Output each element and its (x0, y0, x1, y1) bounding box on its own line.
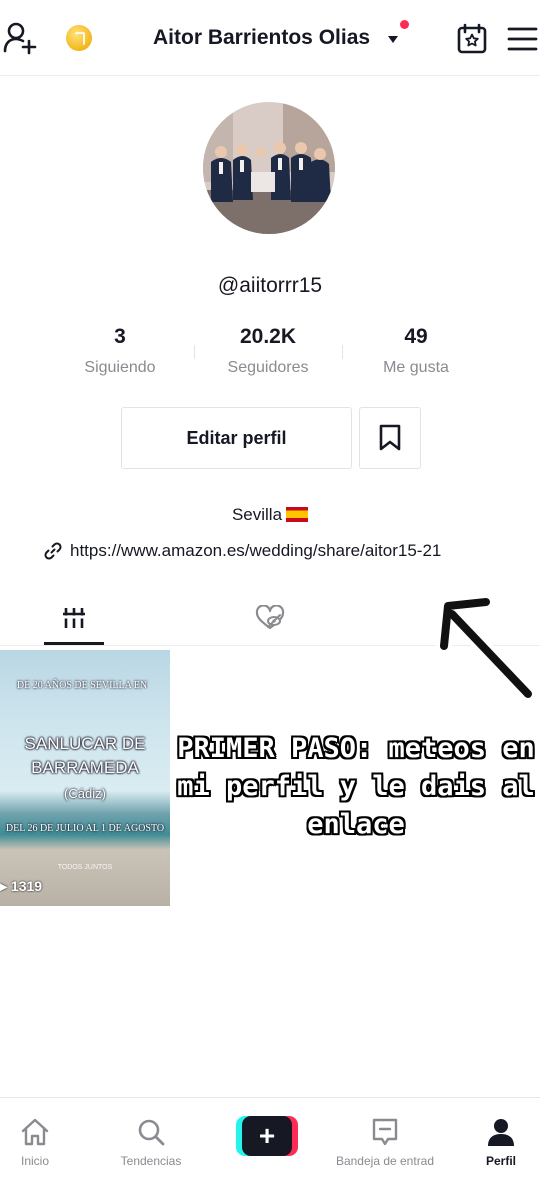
nav-profile-label: Perfil (485, 1154, 516, 1168)
chevron-down-icon[interactable] (388, 36, 398, 43)
bookmark-icon (379, 424, 401, 451)
edit-profile-button[interactable]: Editar perfil (121, 407, 352, 469)
favorites-button[interactable] (359, 407, 421, 469)
grid-icon (62, 608, 86, 628)
profile-username[interactable]: Aitor Barrientos Olias (153, 26, 370, 50)
create-button[interactable]: + (236, 1116, 298, 1156)
stat-following[interactable]: 3 Siguiendo (50, 325, 190, 377)
stat-followers[interactable]: 20.2K Seguidores (198, 325, 338, 377)
stat-followers-label: Seguidores (227, 359, 309, 376)
nav-discover[interactable]: Tendencias (110, 1098, 192, 1178)
pointer-arrow (436, 594, 536, 702)
link-icon (44, 542, 62, 560)
search-icon (138, 1119, 165, 1146)
top-bar: Aitor Barrientos Olias (0, 0, 540, 76)
video-text-line: DE 20 AÑOS DE SEVILLA EN (16, 680, 148, 691)
nav-profile[interactable]: Perfil (474, 1098, 528, 1178)
stat-followers-count: 20.2K (239, 325, 297, 348)
inbox-icon (372, 1118, 398, 1146)
add-user-icon[interactable] (2, 20, 38, 56)
stat-divider (342, 345, 343, 359)
home-icon (21, 1118, 49, 1146)
video-small-text: TODOS JUNTOS (57, 864, 113, 871)
liked-hidden-icon (255, 605, 285, 630)
video-title: SANLUCAR DE BARRAMEDA (24, 734, 146, 777)
overlay-caption: PRIMER PASO: meteos en mi perfil y le da… (177, 733, 535, 840)
nav-inbox[interactable]: Bandeja de entrad (322, 1098, 448, 1178)
stat-divider (194, 345, 195, 359)
avatar[interactable] (203, 102, 335, 234)
notification-dot (400, 20, 409, 29)
stat-likes[interactable]: 49 Me gusta (346, 325, 486, 377)
nav-discover-label: Tendencias (120, 1154, 182, 1168)
coin-icon[interactable] (66, 25, 92, 51)
tab-videos[interactable] (44, 590, 104, 646)
nav-home[interactable]: Inicio (6, 1098, 64, 1178)
active-tab-indicator (44, 642, 104, 645)
plus-icon: + (242, 1116, 292, 1156)
tab-liked[interactable] (240, 590, 300, 646)
profile-handle: @aiitorrr15 (217, 274, 323, 297)
video-dates: DEL 26 DE JULIO AL 1 DE AGOSTO (5, 823, 165, 834)
bio-text: Sevilla (231, 505, 283, 524)
bottom-navigation: Inicio Tendencias + Bandeja de entrad Pe… (0, 1097, 540, 1200)
spain-flag-icon (286, 507, 309, 522)
nav-inbox-label: Bandeja de entrad (335, 1154, 435, 1168)
bio-link-text[interactable]: https://www.amazon.es/wedding/share/aito… (70, 541, 441, 561)
profile-icon (488, 1119, 514, 1146)
bio-link[interactable]: https://www.amazon.es/wedding/share/aito… (44, 539, 441, 563)
calendar-icon[interactable] (456, 22, 490, 56)
stat-likes-count: 49 (404, 325, 428, 348)
stat-likes-label: Me gusta (383, 359, 449, 376)
stat-following-count: 3 (114, 325, 126, 348)
nav-home-label: Inicio (20, 1154, 49, 1168)
stat-following-label: Siguiendo (84, 359, 156, 376)
video-subtitle: (Cádiz) (64, 786, 106, 801)
video-thumbnail[interactable]: DE 20 AÑOS DE SEVILLA EN SANLUCAR DE BAR… (0, 650, 170, 906)
view-count-value: 1319 (10, 878, 43, 894)
menu-icon[interactable] (506, 24, 540, 54)
video-view-count: ▸ 1319 (0, 878, 43, 894)
bio: Sevilla (0, 505, 540, 525)
